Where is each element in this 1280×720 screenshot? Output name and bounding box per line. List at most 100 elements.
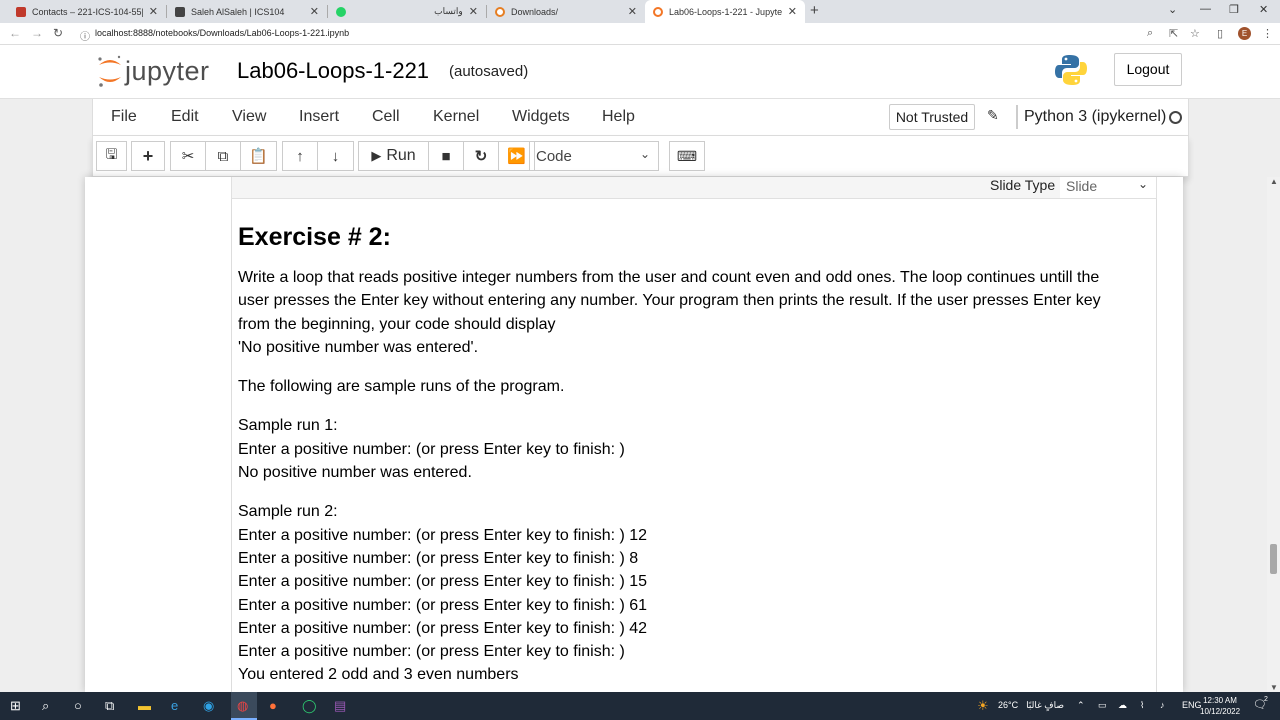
run-button[interactable]: ▶ Run <box>359 142 429 170</box>
clock-time: 12:30 AM <box>1203 696 1237 705</box>
edge-legacy-icon[interactable]: e <box>171 698 178 713</box>
cell-type-select[interactable]: Code ⌄ <box>529 141 659 171</box>
close-icon[interactable]: ✕ <box>149 5 158 18</box>
chrome-icon[interactable]: ◍ <box>231 692 257 720</box>
paste-button[interactable]: 📋 <box>241 142 276 170</box>
input-language[interactable]: ENG <box>1182 700 1202 710</box>
browser-tab[interactable]: Saleh AlSaleh | ICS104 ✕ <box>167 0 327 23</box>
browser-tab[interactable]: Contacts – 221-ICS-104-55|Intro ✕ <box>8 0 166 23</box>
volume-icon[interactable]: ♪ <box>1160 700 1165 710</box>
scrollbar-thumb[interactable] <box>1270 544 1277 574</box>
chevron-down-icon: ⌄ <box>1137 177 1148 191</box>
scroll-up-icon[interactable]: ▲ <box>1270 177 1278 186</box>
text-line: 'No positive number was entered'. <box>238 338 479 356</box>
run-button-group: ▶ Run ■ ↻ ⏩ <box>358 141 535 171</box>
save-icon: 🖫 <box>105 146 118 162</box>
url-field[interactable]: localhost:8888/notebooks/Downloads/Lab06… <box>95 28 349 38</box>
firefox-icon[interactable]: ● <box>269 698 277 713</box>
menu-view[interactable]: View <box>232 108 266 126</box>
menu-cell[interactable]: Cell <box>372 108 400 126</box>
plus-icon: + <box>142 145 154 166</box>
sample-intro: The following are sample runs of the pro… <box>238 378 565 396</box>
profile-avatar[interactable]: E <box>1238 27 1251 40</box>
app-icon[interactable]: ▤ <box>334 698 346 714</box>
search-icon[interactable]: ⌕ <box>42 698 49 714</box>
tab-title: Lab06-Loops-1-221 - Jupyter N <box>669 6 782 17</box>
python-logo-icon <box>1055 55 1087 85</box>
browser-menu-icon[interactable]: ⋮ <box>1262 27 1273 40</box>
cloud-icon[interactable]: ☁ <box>1118 700 1127 711</box>
logout-button[interactable]: Logout <box>1114 53 1182 86</box>
close-icon[interactable]: ✕ <box>628 5 637 18</box>
close-icon[interactable]: ✕ <box>788 5 797 18</box>
command-palette-button[interactable]: ⌨ <box>669 141 705 171</box>
notebook-toolbar: 🖫 + ✂ ⧉ 📋 ↑ ↓ ▶ Run ■ ↻ ⏩ Code ⌄ ⌨ <box>92 136 1189 177</box>
move-down-button[interactable]: ↓ <box>318 142 353 170</box>
back-icon[interactable]: ← <box>9 26 21 40</box>
trust-status-button[interactable]: Not Trusted <box>889 104 975 130</box>
tab-favicon-icon <box>175 6 185 17</box>
markdown-rendered: Exercise # 2: Write a loop that reads po… <box>238 222 1138 692</box>
text-line: Enter a positive number: (or press Enter… <box>238 643 625 661</box>
whatsapp-icon <box>336 6 346 17</box>
tab-search-icon[interactable]: ⌄ <box>1168 3 1177 16</box>
tab-favicon-icon <box>16 6 26 17</box>
forward-icon[interactable]: → <box>31 26 43 40</box>
edge-icon[interactable]: ◉ <box>203 698 214 714</box>
file-explorer-icon[interactable]: ▬ <box>138 698 151 713</box>
interrupt-button[interactable]: ■ <box>429 142 464 170</box>
network-icon[interactable]: ⌇ <box>1140 700 1144 711</box>
jupyter-logo[interactable]: jupyter <box>97 53 210 89</box>
scissors-icon: ✂ <box>181 148 195 165</box>
weather-icon: ☀ <box>977 698 989 713</box>
restore-icon[interactable]: ❐ <box>1229 3 1239 16</box>
menu-widgets[interactable]: Widgets <box>512 108 570 126</box>
move-up-button[interactable]: ↑ <box>283 142 318 170</box>
menu-file[interactable]: File <box>111 108 137 126</box>
stop-icon: ■ <box>441 147 451 165</box>
zoom-icon[interactable]: ⌕ <box>1147 27 1153 40</box>
scroll-down-icon[interactable]: ▼ <box>1270 683 1278 692</box>
notebook-title[interactable]: Lab06-Loops-1-221 <box>237 58 429 84</box>
address-bar: ← → ↻ ⓘ localhost:8888/notebooks/Downloa… <box>0 23 1280 45</box>
close-icon[interactable]: ✕ <box>310 5 319 18</box>
weather-description[interactable]: صافٍ غالبًا <box>1024 700 1064 711</box>
weather-temperature[interactable]: 26°C <box>998 700 1018 710</box>
task-view-icon[interactable]: ⧉ <box>105 698 114 714</box>
menu-kernel[interactable]: Kernel <box>433 108 479 126</box>
browser-tab[interactable]: Downloads/ ✕ <box>487 0 645 23</box>
cut-button[interactable]: ✂ <box>171 142 206 170</box>
window-close-icon[interactable]: ✕ <box>1259 3 1268 16</box>
copy-button[interactable]: ⧉ <box>206 142 241 170</box>
cortana-icon[interactable]: ○ <box>74 698 82 713</box>
menu-help[interactable]: Help <box>602 108 635 126</box>
system-clock[interactable]: 12:30 AM 10/12/2022 <box>1200 695 1240 717</box>
browser-tab[interactable]: واتساب ✕ <box>328 0 486 23</box>
reload-icon[interactable]: ↻ <box>53 26 63 40</box>
text-line: from the beginning, your code should dis… <box>238 315 556 333</box>
tab-title: Saleh AlSaleh | ICS104 <box>191 6 285 17</box>
menu-edit[interactable]: Edit <box>171 108 199 126</box>
text-line: user presses the Enter key without enter… <box>238 292 1101 310</box>
close-icon[interactable]: ✕ <box>469 5 478 18</box>
browser-tab-active[interactable]: Lab06-Loops-1-221 - Jupyter N ✕ <box>645 0 805 23</box>
side-panel-icon[interactable]: ▯ <box>1217 27 1223 40</box>
save-button[interactable]: 🖫 <box>96 141 127 171</box>
share-icon[interactable]: ⇱ <box>1169 27 1178 40</box>
windows-start-icon[interactable]: ⊞ <box>10 698 21 714</box>
new-tab-icon[interactable]: + <box>810 2 819 19</box>
jupyter-header: jupyter Lab06-Loops-1-221 (autosaved) Lo… <box>0 45 1280 99</box>
bookmark-star-icon[interactable]: ☆ <box>1190 27 1200 40</box>
menu-insert[interactable]: Insert <box>299 108 339 126</box>
show-hidden-icons-icon[interactable]: ⌃ <box>1077 700 1085 711</box>
app-circle-icon[interactable]: ◯ <box>302 698 317 714</box>
insert-cell-below-button[interactable]: + <box>131 141 165 171</box>
battery-icon[interactable]: ▭ <box>1098 700 1107 711</box>
minimize-icon[interactable]: — <box>1200 3 1211 15</box>
sample-run-2: Sample run 2: Enter a positive number: (… <box>238 500 1138 686</box>
restart-button[interactable]: ↻ <box>464 142 499 170</box>
slide-type-select[interactable]: Slide ⌄ <box>1060 177 1156 198</box>
edit-pencil-icon[interactable]: ✎ <box>987 107 999 124</box>
site-info-icon[interactable]: ⓘ <box>80 28 90 43</box>
page-scrollbar[interactable]: ▲ ▼ <box>1267 177 1280 692</box>
